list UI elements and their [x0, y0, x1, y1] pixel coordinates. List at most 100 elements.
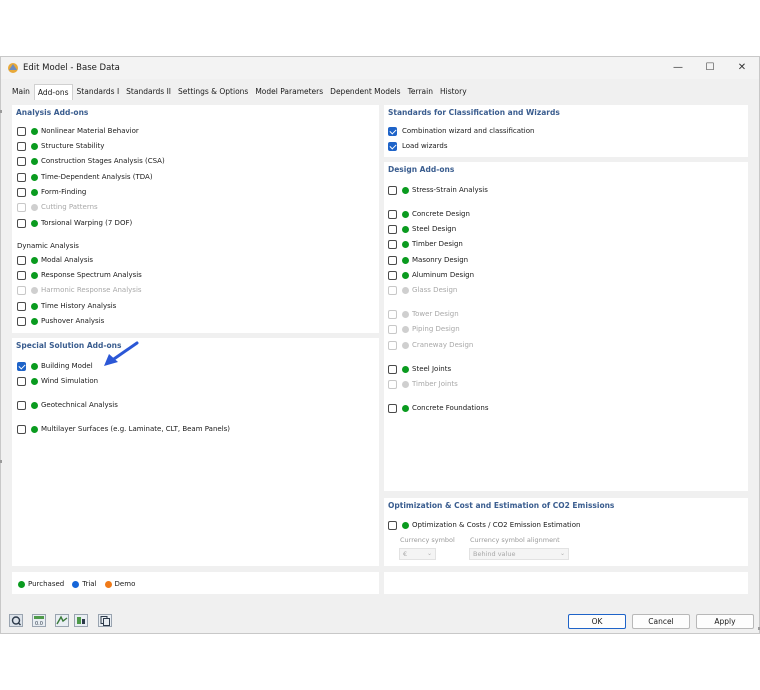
- edit-model-dialog: Edit Model - Base Data — ☐ ✕ Main Add-on…: [0, 56, 760, 634]
- status-dot-purchased: [31, 256, 38, 264]
- maximize-button[interactable]: ☐: [693, 57, 727, 79]
- addon-row-response-spectrum[interactable]: Response Spectrum Analysis: [17, 270, 142, 280]
- optimization-row[interactable]: Optimization & Costs / CO2 Emission Esti…: [388, 520, 580, 530]
- tab-settings-options[interactable]: Settings & Options: [175, 84, 251, 100]
- units-icon[interactable]: 0.0: [32, 614, 46, 627]
- checkbox[interactable]: [17, 270, 26, 280]
- minimize-button[interactable]: —: [661, 57, 695, 79]
- status-dot-purchased: [402, 225, 409, 233]
- tab-terrain[interactable]: Terrain: [405, 84, 436, 100]
- addon-label: Modal Analysis: [41, 256, 94, 264]
- checkbox[interactable]: [17, 376, 26, 386]
- addon-label: Response Spectrum Analysis: [41, 271, 142, 279]
- design-row-concrete-foundations[interactable]: Concrete Foundations: [388, 403, 488, 413]
- design-row-aluminum[interactable]: Aluminum Design: [388, 270, 474, 280]
- addon-row-form-finding[interactable]: Form-Finding: [17, 187, 86, 197]
- apply-button[interactable]: Apply: [696, 614, 754, 629]
- checkbox[interactable]: [17, 255, 26, 265]
- currency-symbol-select[interactable]: € ⌄: [399, 548, 436, 560]
- addon-row-pushover[interactable]: Pushover Analysis: [17, 316, 104, 326]
- optimization-label: Optimization & Costs / CO2 Emission Esti…: [412, 521, 581, 529]
- model-settings-icon[interactable]: [55, 614, 69, 627]
- addon-row-wind-simulation[interactable]: Wind Simulation: [17, 376, 98, 386]
- status-dot-unavailable: [402, 341, 409, 349]
- design-row-timber[interactable]: Timber Design: [388, 239, 463, 249]
- tab-standards-ii[interactable]: Standards II: [123, 84, 174, 100]
- title-bar: Edit Model - Base Data — ☐ ✕: [1, 57, 759, 79]
- dialog-footer: 0.0 OK Cancel Apply: [1, 607, 759, 634]
- optimization-panel: Optimization & Cost and Estimation of CO…: [384, 498, 748, 566]
- design-row-steel[interactable]: Steel Design: [388, 224, 456, 234]
- standards-row-combination-wizard[interactable]: Combination wizard and classification: [388, 126, 534, 136]
- chevron-down-icon: ⌄: [426, 550, 432, 557]
- checkbox[interactable]: [388, 141, 397, 151]
- add-ons-icon[interactable]: [74, 614, 88, 627]
- status-dot-unavailable: [402, 286, 409, 294]
- checkbox[interactable]: [17, 172, 26, 182]
- window-title: Edit Model - Base Data: [23, 63, 120, 73]
- addon-row-csa[interactable]: Construction Stages Analysis (CSA): [17, 156, 165, 166]
- checkbox: [388, 285, 397, 295]
- addon-row-modal[interactable]: Modal Analysis: [17, 255, 93, 265]
- status-dot-purchased: [31, 188, 38, 196]
- checkbox[interactable]: [388, 520, 397, 530]
- standards-row-load-wizards[interactable]: Load wizards: [388, 141, 448, 151]
- checkbox[interactable]: [17, 218, 26, 228]
- checkbox[interactable]: [388, 270, 397, 280]
- tab-add-ons[interactable]: Add-ons: [33, 84, 73, 100]
- design-row-masonry[interactable]: Masonry Design: [388, 255, 468, 265]
- design-row-stress-strain[interactable]: Stress-Strain Analysis: [388, 185, 488, 195]
- checkbox[interactable]: [17, 301, 26, 311]
- checkbox[interactable]: [388, 403, 397, 413]
- checkbox[interactable]: [388, 185, 397, 195]
- legend-trial: Trial: [82, 580, 97, 588]
- tab-model-parameters[interactable]: Model Parameters: [252, 84, 326, 100]
- addon-row-geotechnical[interactable]: Geotechnical Analysis: [17, 400, 118, 410]
- checkbox[interactable]: [388, 364, 397, 374]
- addon-label: Building Model: [41, 362, 93, 370]
- tab-dependent-models[interactable]: Dependent Models: [327, 84, 403, 100]
- checkbox[interactable]: [17, 156, 26, 166]
- currency-alignment-select[interactable]: Behind value ⌄: [469, 548, 569, 560]
- tab-standards-i[interactable]: Standards I: [74, 84, 123, 100]
- tab-main[interactable]: Main: [9, 84, 33, 100]
- help-icon[interactable]: [9, 614, 23, 627]
- addon-label: Harmonic Response Analysis: [41, 286, 142, 294]
- checkbox[interactable]: [17, 361, 26, 371]
- addon-row-time-history[interactable]: Time History Analysis: [17, 301, 116, 311]
- checkbox[interactable]: [388, 209, 397, 219]
- addon-row-building-model[interactable]: Building Model: [17, 361, 93, 371]
- design-row-concrete[interactable]: Concrete Design: [388, 209, 470, 219]
- checkbox[interactable]: [388, 255, 397, 265]
- currency-alignment-label: Currency symbol alignment: [470, 536, 560, 544]
- addon-row-nonlinear[interactable]: Nonlinear Material Behavior: [17, 126, 139, 136]
- close-button[interactable]: ✕: [725, 57, 759, 79]
- addon-row-structure-stability[interactable]: Structure Stability: [17, 141, 104, 151]
- empty-info-panel: [384, 572, 748, 594]
- checkbox[interactable]: [17, 400, 26, 410]
- addon-row-tda[interactable]: Time-Dependent Analysis (TDA): [17, 172, 153, 182]
- design-row-steel-joints[interactable]: Steel Joints: [388, 364, 451, 374]
- cancel-button[interactable]: Cancel: [632, 614, 690, 629]
- addon-row-torsional-warping[interactable]: Torsional Warping (7 DOF): [17, 218, 132, 228]
- checkbox[interactable]: [17, 316, 26, 326]
- tab-history[interactable]: History: [437, 84, 470, 100]
- checkbox[interactable]: [17, 141, 26, 151]
- addon-label: Torsional Warping (7 DOF): [41, 219, 133, 227]
- checkbox[interactable]: [17, 424, 26, 434]
- copy-icon[interactable]: [98, 614, 112, 627]
- checkbox[interactable]: [388, 224, 397, 234]
- pointer-arrow-icon: [104, 341, 139, 366]
- checkbox[interactable]: [17, 126, 26, 136]
- status-dot-purchased: [402, 186, 409, 194]
- design-label: Timber Design: [412, 240, 463, 248]
- checkbox[interactable]: [388, 239, 397, 249]
- checkbox[interactable]: [388, 126, 397, 136]
- addon-row-harmonic-response: Harmonic Response Analysis: [17, 285, 142, 295]
- status-dot-purchased: [402, 256, 409, 264]
- ok-button[interactable]: OK: [568, 614, 626, 629]
- design-row-timber-joints: Timber Joints: [388, 379, 458, 389]
- chevron-down-icon: ⌄: [559, 550, 565, 557]
- checkbox[interactable]: [17, 187, 26, 197]
- addon-row-multilayer-surfaces[interactable]: Multilayer Surfaces (e.g. Laminate, CLT,…: [17, 424, 230, 434]
